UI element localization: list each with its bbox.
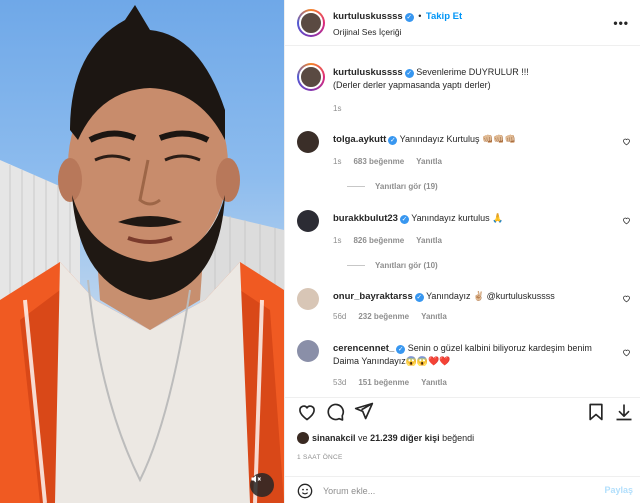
commenter-avatar[interactable] (297, 288, 319, 310)
verified-badge-icon: ✓ (399, 215, 409, 224)
caption-line1: Sevenlerime DUYRULUR !!! (416, 67, 529, 77)
comment-username[interactable]: burakkbulut23 (333, 213, 398, 224)
post-actions-section: sinanakcil ve 21.239 diğer kişi beğendi … (285, 397, 640, 503)
follow-button[interactable]: Takip Et (426, 11, 462, 22)
mute-icon (251, 475, 261, 483)
post-side-panel: kurtuluskussss ✓ • Takip Et Orijinal Ses … (284, 0, 640, 503)
view-replies-button[interactable]: Yanıtları gör (10) (347, 261, 438, 270)
comment-body: Yanındayız ✌🏼 @kurtuluskussss (426, 291, 555, 301)
verified-badge-icon: ✓ (388, 136, 398, 145)
likes-suffix: beğendi (442, 433, 475, 443)
comment-username[interactable]: cerencennet_ (333, 343, 394, 354)
comment-meta: 1s 826 beğenme Yanıtla (333, 236, 454, 245)
likes-others-link[interactable]: 21.239 diğer kişi (370, 433, 440, 443)
comment-username[interactable]: onur_bayraktarss (333, 291, 413, 302)
comments-list[interactable]: kurtuluskussss ✓ Sevenlerime DUYRULUR !!!… (285, 47, 640, 397)
save-icon[interactable] (586, 402, 606, 422)
more-options-icon[interactable]: ••• (613, 16, 629, 30)
comment-like-heart-icon[interactable] (622, 348, 631, 357)
verified-badge-icon: ✓ (414, 293, 424, 302)
caption-time[interactable]: 1s (333, 104, 341, 113)
verified-badge-icon: ✓ (396, 345, 406, 354)
comment-meta: 56d 232 beğenme Yanıtla (333, 312, 459, 321)
verified-badge-icon: ✓ (404, 69, 414, 78)
comment-time[interactable]: 1s (333, 236, 341, 245)
comment-likes[interactable]: 151 beğenme (358, 378, 409, 387)
view-replies-label: Yanıtları gör (19) (375, 182, 438, 191)
view-replies-label: Yanıtları gör (10) (375, 261, 438, 270)
post-timestamp[interactable]: 1 SAAT ÖNCE (297, 454, 343, 461)
comment-text: tolga.aykutt ✓ Yanındayız Kurtuluş 👊🏼👊🏼👊🏼 (333, 133, 613, 146)
caption-meta: 1s (333, 104, 353, 113)
caption-line2: (Derler derler yapmasanda yaptı derler) (333, 80, 491, 90)
commenter-avatar[interactable] (297, 210, 319, 232)
reply-button[interactable]: Yanıtla (416, 157, 442, 166)
instagram-post: kurtuluskussss ✓ • Takip Et Orijinal Ses … (0, 0, 640, 503)
emoji-icon[interactable] (297, 483, 313, 499)
comment-body: Yanındayız kurtulus 🙏 (411, 213, 504, 223)
commenter-avatar[interactable] (297, 131, 319, 153)
comment-like-heart-icon[interactable] (622, 216, 631, 225)
comment-body: Senin o güzel kalbini biliyoruz kardeşim… (407, 343, 592, 353)
comment-meta: 1s 683 beğenme Yanıtla (333, 157, 454, 166)
reply-button[interactable]: Yanıtla (416, 236, 442, 245)
reply-button[interactable]: Yanıtla (421, 378, 447, 387)
dot-separator: • (418, 11, 422, 21)
comment-username[interactable]: tolga.aykutt (333, 134, 386, 145)
caption-text: kurtuluskussss ✓ Sevenlerime DUYRULUR !!!… (333, 66, 613, 92)
post-header: kurtuluskussss ✓ • Takip Et Orijinal Ses … (285, 0, 640, 46)
reply-button[interactable]: Yanıtla (421, 312, 447, 321)
author-username[interactable]: kurtuluskussss (333, 11, 403, 22)
comment-likes[interactable]: 232 beğenme (358, 312, 409, 321)
view-replies-button[interactable]: Yanıtları gör (19) (347, 182, 438, 191)
comment-likes[interactable]: 826 beğenme (353, 236, 404, 245)
comment-time[interactable]: 53d (333, 378, 346, 387)
heart-icon[interactable] (297, 402, 317, 422)
comment-text: onur_bayraktarss ✓ Yanındayız ✌🏼 @kurtulu… (333, 290, 613, 303)
comment-body-line2: Daima Yanındayız😱😱❤️❤️ (333, 356, 451, 366)
comment-text: burakkbulut23 ✓ Yanındayız kurtulus 🙏 (333, 212, 613, 225)
comment-like-heart-icon[interactable] (622, 137, 631, 146)
share-icon[interactable] (354, 401, 374, 421)
comment-like-heart-icon[interactable] (622, 294, 631, 303)
comment-time[interactable]: 1s (333, 157, 341, 166)
download-icon[interactable] (614, 402, 634, 422)
author-line: kurtuluskussss ✓ • Takip Et (333, 11, 462, 22)
comment-text: cerencennet_ ✓ Senin o güzel kalbini bili… (333, 342, 613, 368)
comment-time[interactable]: 56d (333, 312, 346, 321)
audio-subtitle[interactable]: Orijinal Ses İçeriği (333, 27, 402, 37)
caption-username[interactable]: kurtuluskussss (333, 67, 403, 78)
video-frame-illustration (0, 5, 284, 503)
mute-toggle-button[interactable] (250, 473, 274, 497)
post-video[interactable] (0, 0, 284, 503)
likes-summary: sinanakcil ve 21.239 diğer kişi beğendi (297, 432, 474, 444)
liker-avatar[interactable] (297, 432, 309, 444)
likes-connector: ve (358, 433, 368, 443)
verified-badge-icon: ✓ (404, 13, 414, 22)
liker-username[interactable]: sinanakcil (312, 433, 356, 443)
comment-likes[interactable]: 683 beğenme (353, 157, 404, 166)
caption-author-avatar[interactable] (297, 63, 325, 91)
comment-icon[interactable] (325, 402, 345, 422)
post-comment-button[interactable]: Paylaş (604, 485, 633, 495)
comment-input[interactable] (323, 483, 583, 499)
commenter-avatar[interactable] (297, 340, 319, 362)
comment-body: Yanındayız Kurtuluş 👊🏼👊🏼👊🏼 (399, 134, 516, 144)
comment-composer: Paylaş (285, 476, 640, 503)
author-avatar[interactable] (297, 9, 325, 37)
comment-meta: 53d 151 beğenme Yanıtla (333, 378, 459, 387)
